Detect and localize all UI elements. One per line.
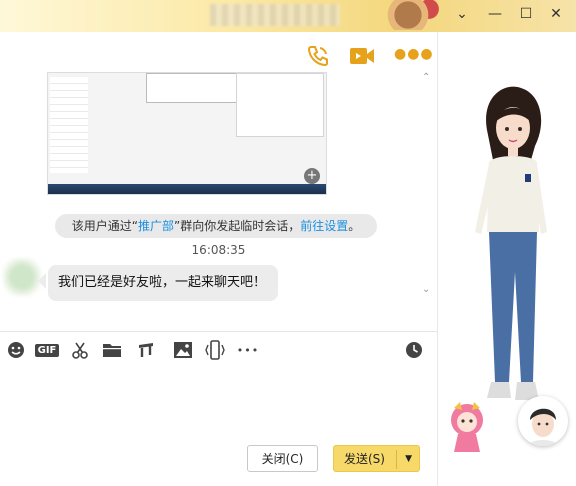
sender-avatar[interactable]	[3, 258, 41, 296]
title-decoration-image	[380, 0, 450, 30]
show-panel	[437, 32, 576, 486]
maximize-button[interactable]: ☐	[513, 3, 539, 25]
boy-avatar-button[interactable]	[518, 396, 568, 446]
phone-icon[interactable]	[306, 44, 330, 72]
input-divider	[0, 331, 437, 332]
gif-label: GIF	[34, 343, 60, 357]
image-message[interactable]: +	[47, 72, 327, 195]
image-icon[interactable]	[172, 340, 194, 360]
boy-avatar-icon	[528, 408, 558, 446]
notice-group-link[interactable]: 推广部	[138, 219, 174, 233]
zoom-plus-icon[interactable]: +	[304, 168, 320, 184]
more-tools-label: •••	[236, 343, 260, 357]
message-bubble: 我们已经是好友啦，一起来聊天吧！	[38, 265, 278, 301]
scroll-down-icon[interactable]: ⌄	[422, 284, 430, 295]
image-taskbar-detail	[48, 184, 326, 194]
gif-icon[interactable]: GIF	[34, 340, 60, 360]
title-bar: ⌄ — ☐ ✕	[0, 0, 576, 32]
notice-prefix: 该用户通过“	[71, 219, 138, 233]
more-tools-icon[interactable]: •••	[236, 340, 260, 360]
image-dialog-detail	[146, 73, 242, 103]
close-button[interactable]: 关闭(C)	[247, 445, 318, 472]
emoji-icon[interactable]	[6, 340, 26, 360]
folder-icon[interactable]	[101, 340, 123, 360]
shake-icon[interactable]	[203, 340, 227, 360]
send-button[interactable]: 发送(S) ▼	[333, 445, 420, 472]
minimize-button[interactable]: ⌄	[449, 3, 475, 25]
restore-button[interactable]: —	[482, 3, 508, 25]
scissors-icon[interactable]	[70, 340, 90, 360]
notice-settings-link[interactable]: 前往设置	[300, 219, 348, 233]
chat-area: ●●● + ⌃ 该用户通过“推广部”群向你发起临时会话，前往设置。 16:08:…	[0, 32, 437, 486]
temp-session-notice: 该用户通过“推广部”群向你发起临时会话，前往设置。	[55, 214, 377, 238]
notice-suffix: 。	[348, 219, 361, 233]
girl-avatar-figure	[475, 86, 547, 400]
scroll-up-icon[interactable]: ⌃	[422, 72, 430, 83]
image-sidebar-detail	[50, 77, 88, 173]
blurred-title	[210, 4, 340, 26]
close-window-button[interactable]: ✕	[543, 3, 569, 25]
pink-character-figure	[451, 402, 483, 452]
music-icon[interactable]	[136, 340, 156, 360]
message-timestamp: 16:08:35	[191, 243, 246, 257]
history-clock-icon[interactable]	[404, 340, 424, 360]
send-label: 发送(S)	[344, 452, 385, 466]
send-options-arrow[interactable]: ▼	[405, 446, 412, 473]
image-form-detail	[236, 73, 324, 137]
notice-middle: ”群向你发起临时会话，	[173, 219, 301, 233]
more-icon[interactable]: ●●●	[394, 46, 434, 62]
video-call-icon[interactable]	[349, 45, 375, 71]
send-separator	[396, 450, 397, 469]
